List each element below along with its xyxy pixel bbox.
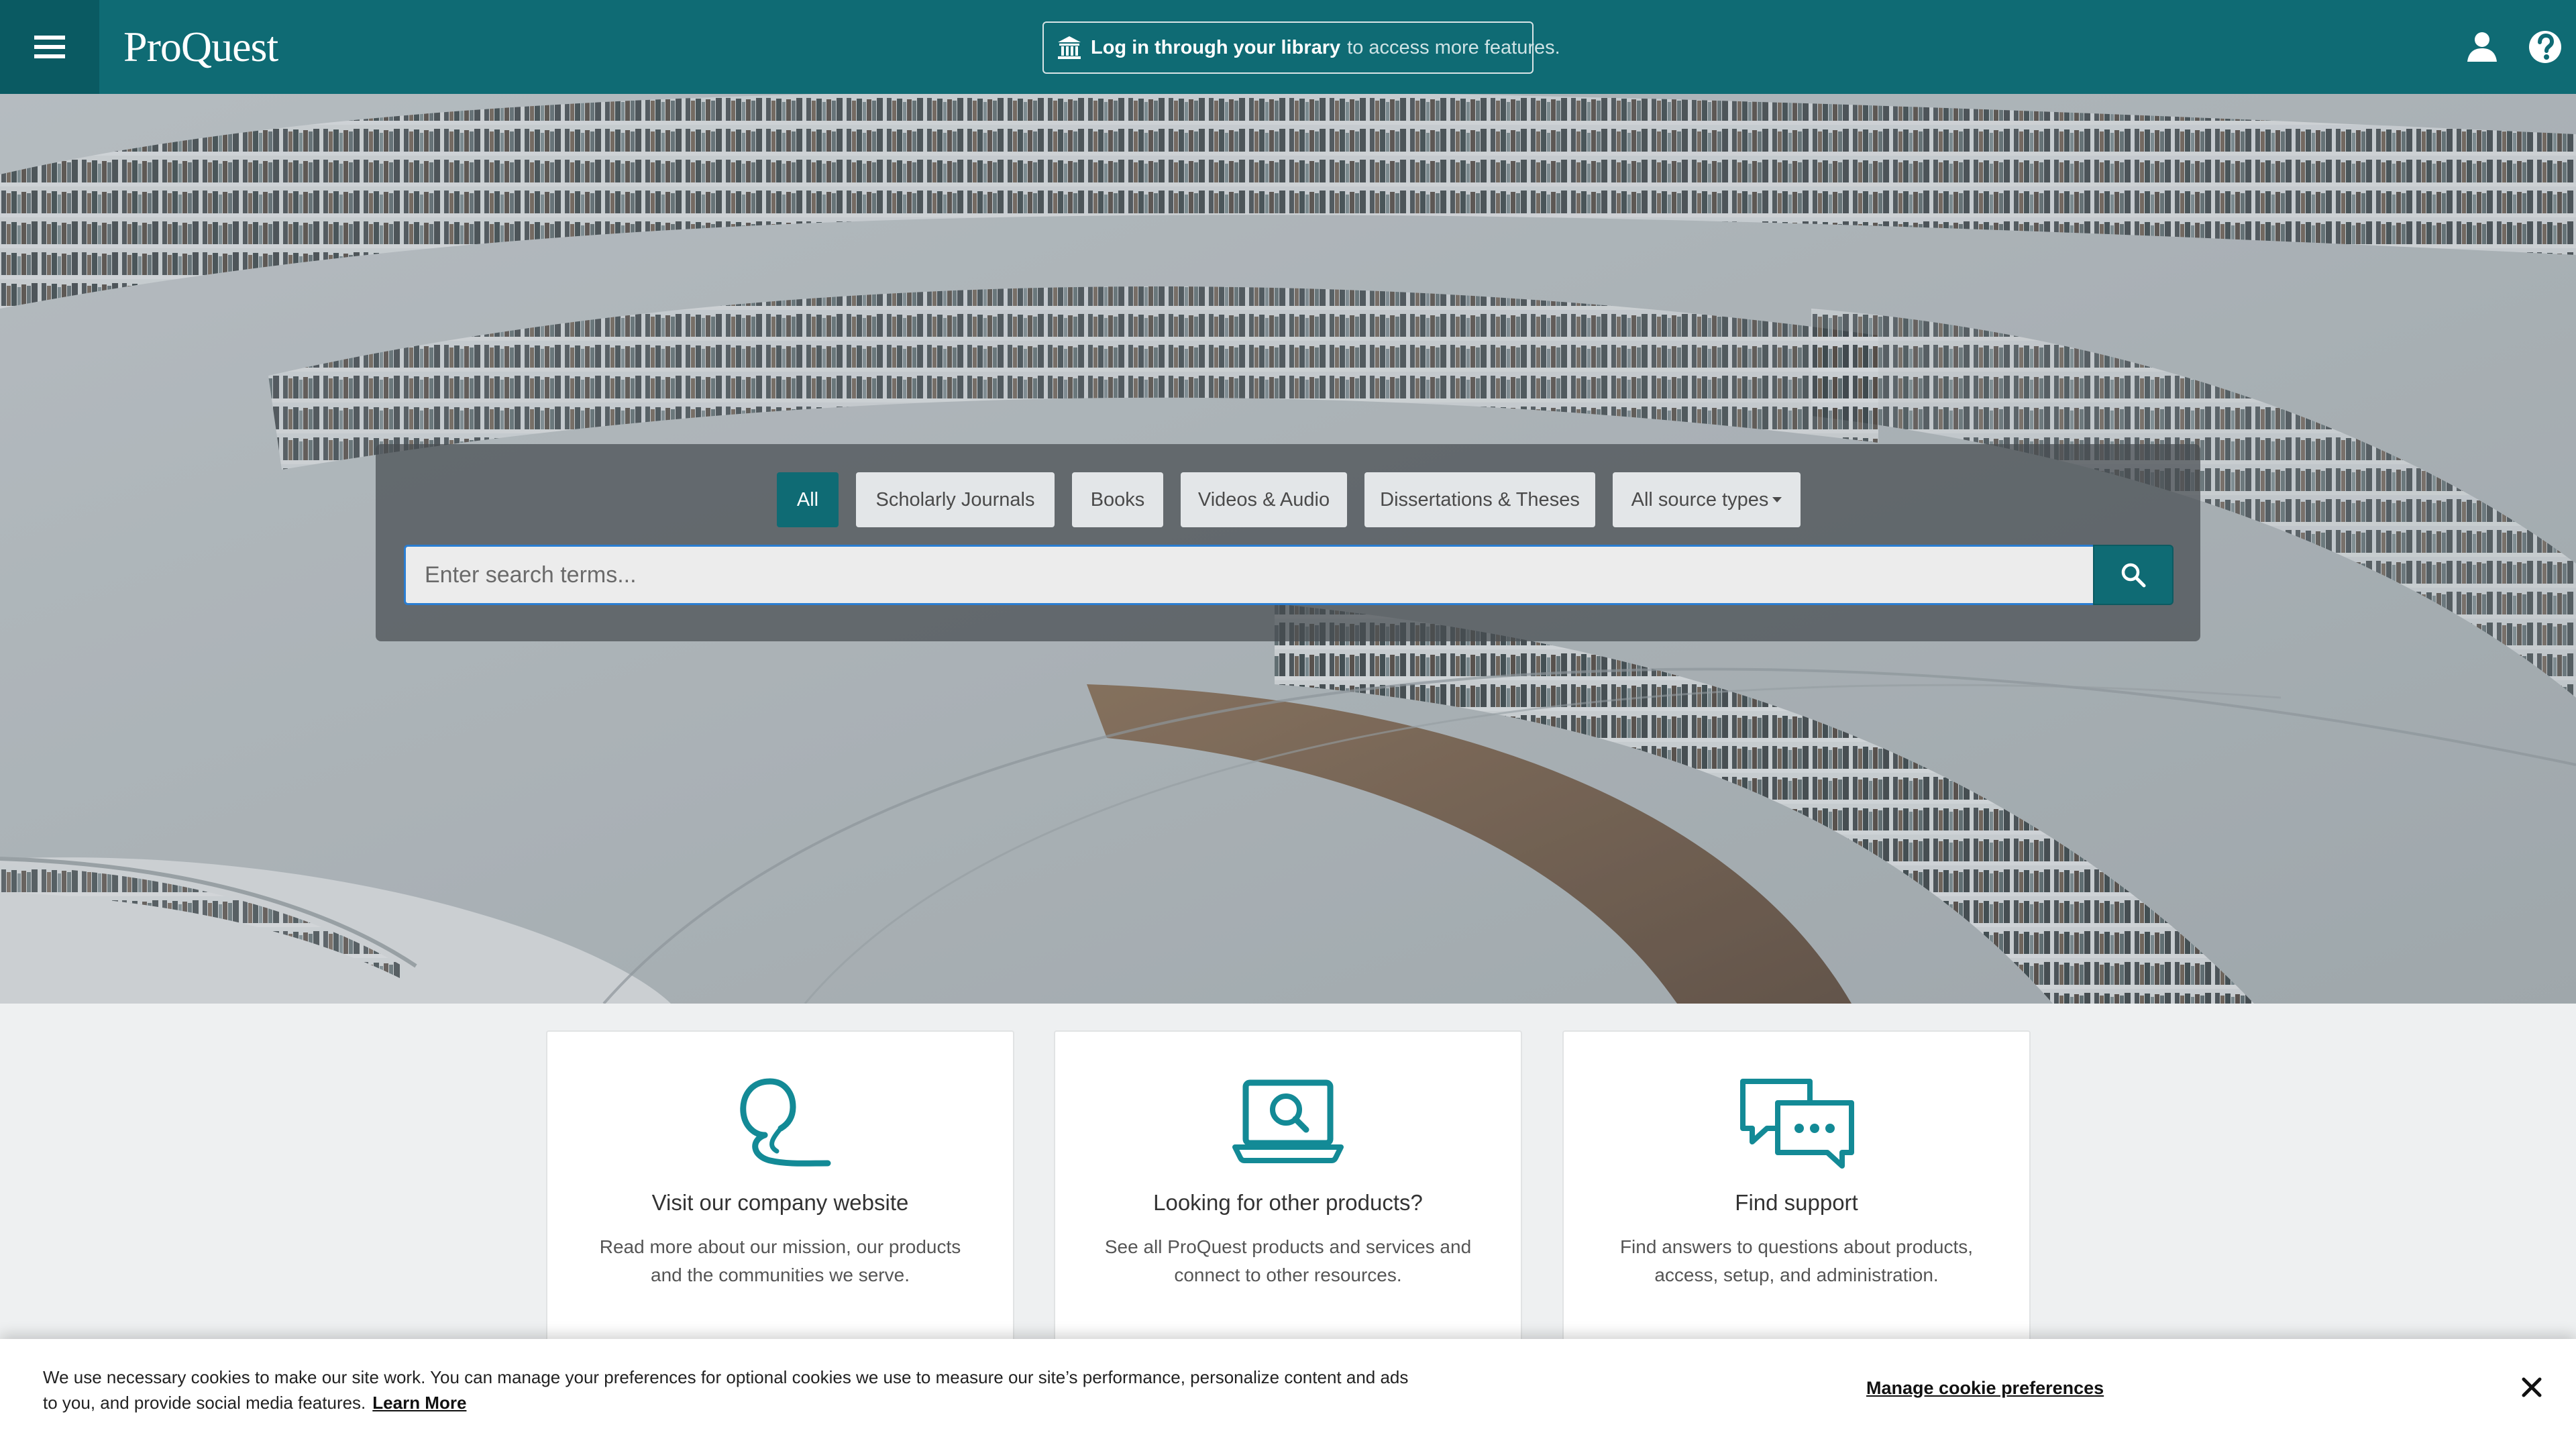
hamburger-menu-icon (34, 36, 65, 58)
login-rest-text: to access more features. (1347, 36, 1560, 58)
laptop-search-icon (1232, 1079, 1344, 1163)
institution-icon (1058, 36, 1081, 59)
tab-all[interactable]: All (777, 472, 839, 527)
search-button[interactable] (2093, 545, 2174, 605)
tab-books[interactable]: Books (1072, 472, 1163, 527)
source-type-dropdown[interactable]: All source types (1613, 472, 1801, 527)
close-icon[interactable] (2517, 1373, 2546, 1402)
library-login-button[interactable]: Log in through your library to access mo… (1042, 21, 1560, 74)
company-website-card[interactable]: Visit our company website Read more abou… (546, 1030, 1014, 1346)
source-type-label: All source types (1631, 488, 1769, 511)
card-description: See all ProQuest products and services a… (1104, 1236, 1472, 1285)
login-strong-text: Log in through your library (1091, 36, 1341, 58)
search-panel: All Scholarly Journals Books Videos & Au… (376, 444, 2200, 641)
cookie-text: We use necessary cookies to make our sit… (43, 1367, 1409, 1413)
hamburger-menu-button[interactable] (0, 0, 99, 94)
help-icon[interactable] (2526, 28, 2564, 66)
other-products-card[interactable]: Looking for other products? See all ProQ… (1054, 1030, 1522, 1346)
proquest-q-icon (740, 1078, 831, 1167)
find-support-card[interactable]: Find support Find answers to questions a… (1562, 1030, 2031, 1346)
chat-bubbles-icon (1740, 1079, 1854, 1169)
tab-dissertations-theses[interactable]: Dissertations & Theses (1364, 472, 1595, 527)
card-description: Find answers to questions about products… (1619, 1236, 1974, 1285)
learn-more-link[interactable]: Learn More (372, 1393, 466, 1413)
manage-cookie-preferences-button[interactable]: Manage cookie preferences (1866, 1378, 2104, 1405)
search-input[interactable] (404, 545, 2093, 605)
caret-down-icon (1772, 497, 1782, 502)
card-title: Visit our company website (651, 1190, 909, 1215)
cookie-banner: We use necessary cookies to make our sit… (0, 1339, 2576, 1449)
card-title: Find support (1735, 1190, 1858, 1215)
tab-videos-audio[interactable]: Videos & Audio (1181, 472, 1347, 527)
proquest-logo[interactable]: ProQuest (123, 19, 278, 75)
search-icon (2121, 563, 2146, 588)
card-title: Looking for other products? (1153, 1190, 1423, 1215)
card-description: Read more about our mission, our product… (599, 1236, 961, 1285)
top-header: ProQuest Log in through your library to … (0, 0, 2576, 94)
user-icon[interactable] (2463, 28, 2501, 66)
tab-scholarly-journals[interactable]: Scholarly Journals (856, 472, 1055, 527)
cookie-notice: We use necessary cookies to make our sit… (43, 1364, 1425, 1415)
hero-section: All Scholarly Journals Books Videos & Au… (0, 94, 2576, 1004)
